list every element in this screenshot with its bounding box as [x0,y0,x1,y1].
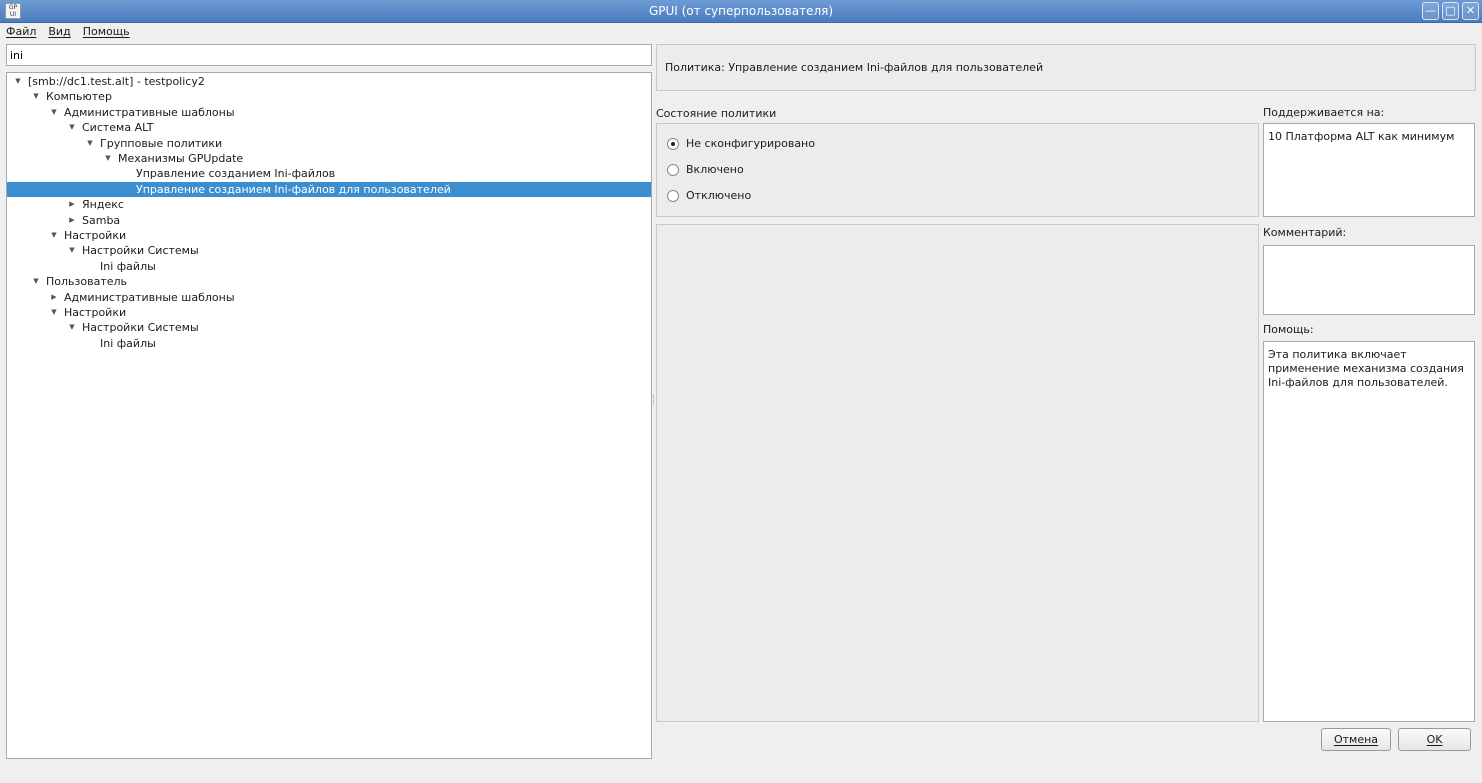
radio-enabled-indicator[interactable] [667,164,679,176]
tree-node[interactable]: ▼ Настройки [7,228,651,243]
policy-header: Политика: Управление созданием Ini-файло… [656,44,1476,91]
tree-node[interactable]: ▼ Система ALT [7,120,651,135]
expand-arrow-icon[interactable]: ▼ [31,274,41,289]
splitter-handle[interactable] [653,395,655,405]
search-input[interactable] [6,44,652,66]
tree-node-label: Яндекс [82,198,124,212]
tree-node-label: Групповые политики [100,136,223,150]
tree-node-label: Управление созданием Ini-файлов [136,167,336,181]
minimize-icon[interactable]: — [1422,2,1439,20]
title-bar: GP UI GPUI (от суперпользователя) — □ ✕ [0,0,1482,23]
menu-help[interactable]: Помощь [83,23,130,41]
state-group: Не сконфигурировано Включено Отключено [656,123,1259,217]
radio-enabled-label: Включено [686,163,744,176]
maximize-icon[interactable]: □ [1442,2,1459,20]
tree-node[interactable]: Ini файлы [7,336,651,351]
tree-node-label: Ini файлы [100,336,156,350]
tree-node-label: Пользователь [46,275,128,289]
tree-node[interactable]: ▶ Яндекс [7,197,651,212]
tree-node-label: Управление созданием Ini-файлов для поль… [136,182,451,196]
ok-button[interactable]: OK [1398,728,1471,751]
tree-node[interactable]: ▼ Компьютер [7,89,651,104]
tree-node[interactable]: ▼ Административные шаблоны [7,105,651,120]
policy-tree[interactable]: ▼ [smb://dc1.test.alt] - testpolicy2 ▼ Комп… [6,72,652,759]
tree-node[interactable]: Ini файлы [7,259,651,274]
menu-bar: Файл Вид Помощь [0,23,1482,41]
cancel-button[interactable]: Отмена [1321,728,1391,751]
tree-node-label: Компьютер [46,90,112,104]
tree-node-label: Ini файлы [100,259,156,273]
collapse-arrow-icon[interactable]: ▶ [67,213,77,228]
expand-arrow-icon[interactable]: ▼ [67,120,77,135]
tree-node[interactable]: ▼ [smb://dc1.test.alt] - testpolicy2 [7,74,651,89]
radio-disabled-label: Отключено [686,189,752,202]
policy-title: Политика: Управление созданием Ini-файло… [665,61,1044,74]
comment-label: Комментарий: [1263,226,1347,239]
tree-node-label: [smb://dc1.test.alt] - testpolicy2 [28,75,205,88]
expand-arrow-icon[interactable]: ▼ [31,89,41,104]
help-field[interactable]: Эта политика включает применение механиз… [1263,341,1475,722]
menu-view[interactable]: Вид [48,23,70,41]
tree-node-label: Административные шаблоны [64,105,235,119]
tree-node[interactable]: ▼ Настройки [7,305,651,320]
expand-arrow-icon[interactable]: ▼ [67,320,77,335]
tree-node-label: Система ALT [82,121,154,135]
tree-node[interactable]: ▼ Групповые политики [7,136,651,151]
expand-arrow-icon[interactable]: ▼ [49,228,59,243]
tree-node[interactable]: Управление созданием Ini-файлов [7,166,651,181]
radio-not-configured-label: Не сконфигурировано [686,137,815,150]
supported-field[interactable]: 10 Платформа ALT как минимум [1263,123,1475,217]
tree-node-label: Настройки Системы [82,321,199,335]
supported-label: Поддерживается на: [1263,106,1385,119]
tree-node[interactable]: ▶ Samba [7,213,651,228]
tree-node[interactable]: Управление созданием Ini-файлов для поль… [7,181,651,197]
collapse-arrow-icon[interactable]: ▶ [49,290,59,305]
tree-node[interactable]: ▼ Настройки Системы [7,320,651,335]
radio-disabled-indicator[interactable] [667,190,679,202]
tree-node-label: Административные шаблоны [64,290,235,304]
expand-arrow-icon[interactable]: ▼ [67,243,77,258]
expand-arrow-icon[interactable]: ▼ [13,74,23,89]
expand-arrow-icon[interactable]: ▼ [85,136,95,151]
tree-node-label: Настройки [64,306,127,319]
close-icon[interactable]: ✕ [1462,2,1479,20]
window-title: GPUI (от суперпользователя) [648,4,834,18]
options-panel [656,224,1259,722]
state-label: Состояние политики [656,107,777,120]
collapse-arrow-icon[interactable]: ▶ [67,197,77,212]
expand-arrow-icon[interactable]: ▼ [103,151,113,166]
tree-node-label: Настройки [64,229,127,242]
tree-node[interactable]: ▼ Настройки Системы [7,243,651,258]
tree-node-label: Механизмы GPUpdate [118,152,244,165]
tree-node-label: Samba [82,213,121,227]
expand-arrow-icon[interactable]: ▼ [49,305,59,320]
tree-node-label: Настройки Системы [82,244,199,258]
tree-node[interactable]: ▶ Административные шаблоны [7,290,651,305]
comment-field[interactable] [1263,245,1475,315]
menu-file[interactable]: Файл [6,23,36,41]
expand-arrow-icon[interactable]: ▼ [49,105,59,120]
radio-not-configured-indicator[interactable] [667,138,679,150]
tree-node[interactable]: ▼ Пользователь [7,274,651,289]
tree-node[interactable]: ▼ Механизмы GPUpdate [7,151,651,166]
help-label: Помощь: [1263,323,1314,336]
